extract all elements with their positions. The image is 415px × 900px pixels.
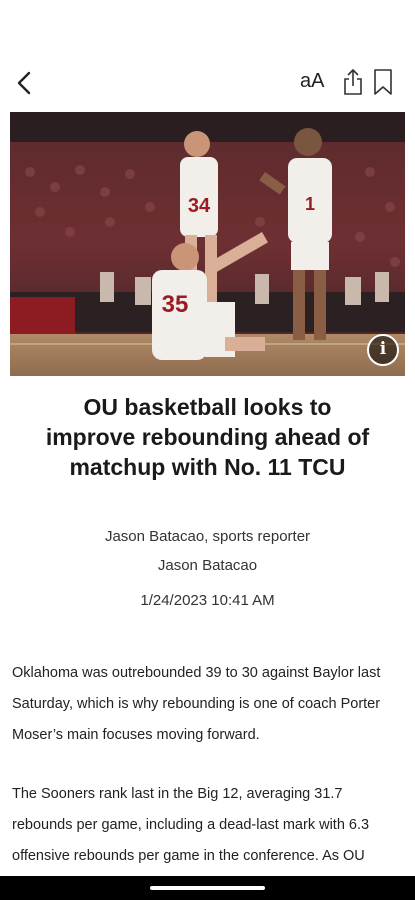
- basketball-players-image: 34 1 35: [10, 112, 405, 376]
- home-indicator[interactable]: [150, 886, 265, 890]
- top-toolbar: aA: [0, 0, 415, 110]
- system-navigation-bar: [0, 876, 415, 900]
- article-paragraph: Oklahoma was outrebounded 39 to 30 again…: [12, 665, 381, 743]
- article-headline: OU basketball looks to improve reboundin…: [45, 394, 370, 480]
- bookmark-icon[interactable]: [372, 67, 394, 97]
- author-name-link[interactable]: Jason Batacao: [0, 557, 415, 574]
- author-byline: Jason Batacao, sports reporter: [104, 528, 311, 545]
- article-paragraph: The Sooners rank last in the Big 12, ave…: [12, 786, 370, 864]
- jersey-number-35: 35: [162, 291, 189, 318]
- share-icon[interactable]: [342, 67, 364, 97]
- publish-timestamp: 1/24/2023 10:41 AM: [140, 592, 275, 609]
- back-chevron-icon[interactable]: [10, 68, 40, 98]
- text-size-button[interactable]: aA: [300, 70, 324, 93]
- jersey-number-34: 34: [188, 195, 211, 217]
- photo-info-button[interactable]: i: [367, 334, 399, 366]
- article-photo: 34 1 35 i: [10, 112, 405, 376]
- jersey-number-1: 1: [305, 194, 315, 214]
